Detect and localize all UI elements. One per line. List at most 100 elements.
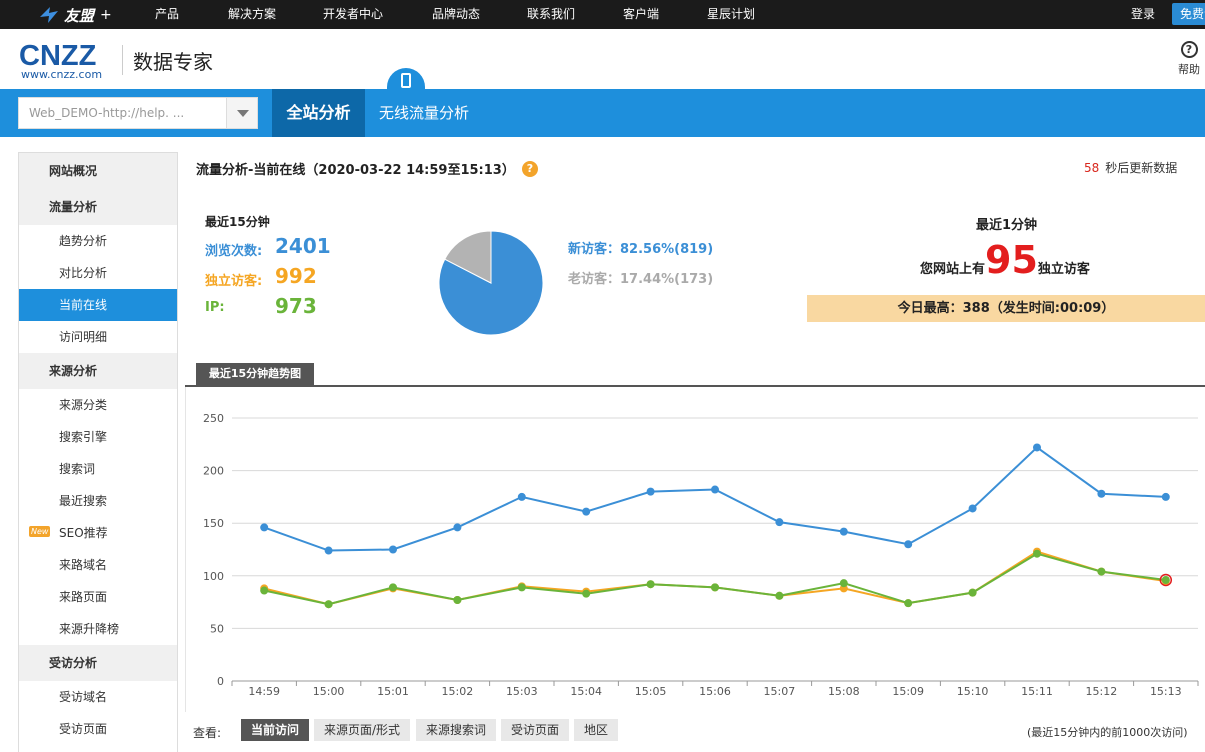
sidebar-item-label: 受访页面 [59,722,108,736]
data-point-pv[interactable] [904,540,913,549]
last1-visitors: 您网站上有95独立访客 [920,238,1090,282]
site-select-dropdown[interactable]: Web_DEMO-http://help. ... [18,97,258,129]
sidebar-item-12[interactable]: 来路域名 [19,549,177,581]
nav-brand-news[interactable]: 品牌动态 [432,0,480,29]
view-tab-source-page[interactable]: 来源页面/形式 [314,719,411,741]
last1-prefix: 您网站上有 [920,262,986,277]
ip-stat: IP: 973 [205,294,317,318]
data-point-ip[interactable] [646,580,655,589]
header-divider [122,45,123,75]
sidebar-item-2[interactable]: 趋势分析 [19,225,177,257]
sidebar-item-6[interactable]: 来源分析 [19,353,177,389]
data-point-pv[interactable] [968,504,977,513]
data-point-pv[interactable] [711,485,719,494]
sidebar-item-13[interactable]: 来路页面 [19,581,177,613]
refresh-countdown: 58 秒后更新数据 [1084,159,1177,176]
sidebar-item-1[interactable]: 流量分析 [19,189,177,225]
series-line-uv [263,550,1166,606]
data-point-pv[interactable] [389,545,397,554]
data-point-ip[interactable] [1097,567,1106,576]
y-tick-label: 200 [203,465,224,478]
sidebar-item-9[interactable]: 搜索词 [19,453,177,485]
nav-solutions[interactable]: 解决方案 [228,0,276,29]
sidebar-item-8[interactable]: 搜索引擎 [19,421,177,453]
tab-site-analysis[interactable]: 全站分析 [272,89,365,137]
x-tick-label: 15:03 [506,685,538,698]
nav-products[interactable]: 产品 [155,0,179,29]
data-point-ip[interactable] [389,583,397,592]
cnzz-logo[interactable]: CNZZ www.cnzz.com [19,40,102,81]
sidebar-item-11[interactable]: New SEO推荐 [19,517,177,549]
tab-wireless-analysis[interactable]: 无线流量分析 [379,89,469,137]
sidebar-item-10[interactable]: 最近搜索 [19,485,177,517]
sidebar-item-15[interactable]: 受访分析 [19,645,177,681]
login-link[interactable]: 登录 [1131,0,1155,29]
data-point-pv[interactable] [582,507,591,516]
data-point-pv[interactable] [1033,443,1041,452]
question-help-icon[interactable]: ? [522,161,538,177]
free-register-button[interactable]: 免费注册 [1172,3,1205,25]
data-point-pv[interactable] [646,487,655,496]
sidebar-item-5[interactable]: 访问明细 [19,321,177,353]
sidebar-item-7[interactable]: 来源分类 [19,389,177,421]
bird-logo-icon [40,7,58,23]
sidebar-item-4[interactable]: 当前在线 [19,289,177,321]
help-button[interactable]: ? 帮助 [1175,41,1203,77]
data-point-pv[interactable] [517,492,526,501]
view-tab-current[interactable]: 当前访问 [241,719,310,741]
sidebar-item-14[interactable]: 来源升降榜 [19,613,177,645]
sidebar-item-3[interactable]: 对比分析 [19,257,177,289]
umeng-logo[interactable]: 友盟 + [38,4,112,26]
today-peak-banner: 今日最高：388（发生时间:00:09） [807,295,1205,322]
data-point-ip[interactable] [711,583,719,592]
data-point-ip[interactable] [324,600,333,609]
uv-label: 独立访客: [205,274,263,289]
nav-star-plan[interactable]: 星辰计划 [707,0,755,29]
data-point-pv[interactable] [453,523,462,532]
view-tab-region[interactable]: 地区 [574,719,619,741]
nav-contact-us[interactable]: 联系我们 [527,0,575,29]
sidebar-item-17[interactable]: 受访页面 [19,713,177,745]
data-point-pv[interactable] [839,527,848,536]
data-point-ip[interactable] [517,583,526,592]
data-point-ip[interactable] [1033,549,1041,558]
sidebar-item-16[interactable]: 受访域名 [19,681,177,713]
data-point-pv[interactable] [324,546,333,555]
y-tick-label: 250 [203,412,224,425]
product-title: 数据专家 [133,50,213,74]
refresh-seconds: 58 [1084,161,1100,175]
data-point-ip[interactable] [1161,576,1170,585]
data-point-ip[interactable] [968,588,977,597]
nav-developer-center[interactable]: 开发者中心 [323,0,383,29]
trend-chart-area: 0 50 100 150 200 250 14:59 15:00 15:01 15:02 15:03… [185,387,1205,712]
sidebar-item-label: 网站概况 [49,164,98,178]
data-point-ip[interactable] [453,595,462,604]
sidebar-item-label: 来源升降榜 [59,622,120,636]
sidebar-item-label: SEO推荐 [59,526,108,540]
top-nav-bar: 友盟 + 产品 解决方案 开发者中心 品牌动态 联系我们 客户端 星辰计划 登录… [0,0,1205,29]
x-tick-label: 15:06 [699,685,731,698]
data-point-ip[interactable] [582,589,591,598]
data-point-pv[interactable] [775,518,784,527]
data-point-ip[interactable] [260,586,269,595]
view-tab-source-keyword[interactable]: 来源搜索词 [416,719,497,741]
data-point-ip[interactable] [904,599,913,608]
visits-note: (最近15分钟内的前1000次访问) [1027,726,1188,739]
trend-chart-tab[interactable]: 最近15分钟趋势图 [196,363,314,385]
pv-value: 2401 [275,234,331,258]
sidebar-item-label: 当前在线 [59,298,108,312]
data-point-ip[interactable] [839,579,848,588]
sidebar-item-0[interactable]: 网站概况 [19,153,177,189]
cnzz-logo-text: CNZZ [19,40,97,72]
sidebar-item-label: 受访分析 [49,656,98,670]
nav-client[interactable]: 客户端 [623,0,659,29]
sidebar-item-label: 搜索词 [59,462,96,476]
data-point-pv[interactable] [1097,489,1106,498]
data-point-pv[interactable] [1161,492,1170,501]
pv-stat: 浏览次数: 2401 [205,234,331,259]
chevron-down-icon[interactable] [226,98,257,128]
data-point-pv[interactable] [260,523,269,532]
view-tab-visited-page[interactable]: 受访页面 [501,719,570,741]
data-point-ip[interactable] [775,591,784,600]
x-tick-label: 15:12 [1086,685,1118,698]
